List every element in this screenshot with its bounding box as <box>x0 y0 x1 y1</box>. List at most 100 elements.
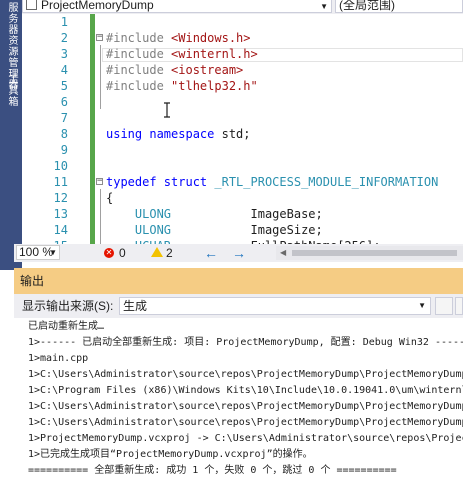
navigate-forward-button[interactable]: → <box>232 244 246 262</box>
code-token: namespace <box>149 127 222 141</box>
output-line: 1>C:\Users\Administrator\source\repos\Pr… <box>28 401 463 412</box>
code-token: struct <box>163 175 215 189</box>
output-toolbar-button[interactable] <box>435 297 453 315</box>
line-number: 9 <box>60 143 68 157</box>
line-number: 1 <box>60 15 68 29</box>
output-line: 1>C:\Users\Administrator\source\repos\Pr… <box>28 417 463 428</box>
code-text: ULONG ImageSize; <box>106 222 323 238</box>
code-line: 11 − typedef struct _RTL_PROCESS_MODULE_IN… <box>22 174 463 190</box>
code-token: <iostream> <box>171 63 244 77</box>
code-token: ULONG <box>106 207 251 221</box>
code-line: 6 <box>22 94 463 110</box>
line-number: 3 <box>60 47 68 61</box>
line-number: 2 <box>60 31 68 45</box>
code-text: #include <winternl.h> <box>106 46 258 62</box>
code-token: ImageBase; <box>250 207 323 221</box>
code-line: 4 #include <iostream> <box>22 62 463 78</box>
code-line: 14 ULONG ImageSize; <box>22 222 463 238</box>
output-line: 1>ProjectMemoryDump.vcxproj -> C:\Users\… <box>28 433 463 444</box>
code-token: #include <box>106 31 172 45</box>
output-line: 1>C:\Program Files (x86)\Windows Kits\10… <box>28 385 463 396</box>
scope-selector-label: (全局范围) <box>339 0 395 12</box>
code-line: 13 ULONG ImageBase; <box>22 206 463 222</box>
line-number: 4 <box>60 63 68 77</box>
code-token: #include <box>106 63 172 77</box>
code-text: { <box>106 190 113 206</box>
code-line: 9 <box>22 142 463 158</box>
code-token: #include <box>106 79 172 93</box>
code-token: { <box>106 191 114 205</box>
output-title-label: 输出 <box>20 274 45 288</box>
output-line: ========== 全部重新生成: 成功 1 个，失败 0 个，跳过 0 个 … <box>28 465 397 476</box>
navigate-back-button[interactable]: ← <box>204 244 218 262</box>
scroll-left-icon[interactable]: ◀ <box>280 244 286 262</box>
output-line: 1>------ 已启动全部重新生成: 项目: ProjectMemoryDum… <box>28 337 463 348</box>
text-cursor-icon <box>164 102 170 118</box>
code-editor[interactable]: 1 2− #include <Windows.h> 3 #include <winter… <box>22 14 463 244</box>
project-selector-label: ProjectMemoryDump <box>41 0 154 12</box>
output-source-value: 生成 <box>123 299 148 313</box>
code-token: using <box>106 127 150 141</box>
toolbox-tab[interactable]: 工具箱 <box>2 74 20 107</box>
code-token: <Windows.h> <box>171 31 251 45</box>
chevron-down-icon: ▼ <box>49 248 57 257</box>
collapse-icon[interactable]: − <box>96 177 103 186</box>
line-number: 8 <box>60 127 68 141</box>
code-token: ImageSize; <box>250 223 323 237</box>
error-count: 0 <box>119 246 126 260</box>
output-toolbar: 显示输出来源(S): 生成 ▼ <box>14 294 463 318</box>
code-line: 1 <box>22 14 463 30</box>
code-token: ULONG <box>106 223 251 237</box>
code-text: ULONG ImageBase; <box>106 206 323 222</box>
editor-navigation-bar: ProjectMemoryDump ▼ (全局范围) <box>22 0 463 14</box>
editor-status-bar: 100 % ▼ ✕ 0 2 ← → ◀ <box>14 244 463 262</box>
code-line: 12 { <box>22 190 463 206</box>
code-text: #include <Windows.h> <box>106 30 251 46</box>
code-line: 8 using namespace std; <box>22 126 463 142</box>
chevron-down-icon: ▼ <box>418 301 426 310</box>
output-source-select[interactable]: 生成 ▼ <box>119 297 431 315</box>
chevron-down-icon: ▼ <box>320 2 328 11</box>
scope-selector[interactable]: (全局范围) <box>335 0 463 13</box>
zoom-selector[interactable]: 100 % ▼ <box>16 245 60 260</box>
line-number: 13 <box>53 207 68 221</box>
code-token: "tlhelp32.h" <box>171 79 258 93</box>
project-icon <box>26 0 37 10</box>
code-text: #include "tlhelp32.h" <box>106 78 258 94</box>
code-token: _RTL_PROCESS_MODULE_INFORMATION <box>214 175 439 189</box>
warning-count: 2 <box>166 246 173 260</box>
error-icon[interactable]: ✕ <box>104 248 114 258</box>
code-line: 3 #include <winternl.h> <box>22 46 463 62</box>
line-number: 5 <box>60 79 68 93</box>
line-number: 10 <box>53 159 68 173</box>
project-selector[interactable]: ProjectMemoryDump ▼ <box>22 0 332 13</box>
line-number: 11 <box>53 175 68 189</box>
code-token: typedef <box>106 175 164 189</box>
code-token: std; <box>221 127 251 141</box>
code-text: typedef struct _RTL_PROCESS_MODULE_INFOR… <box>106 174 438 190</box>
warning-icon[interactable] <box>151 247 163 257</box>
output-text-area[interactable]: 已启动重新生成… 1>------ 已启动全部重新生成: 项目: ProjectM… <box>14 318 463 501</box>
output-line: 1>C:\Users\Administrator\source\repos\Pr… <box>28 369 463 380</box>
horizontal-scroll-thumb[interactable] <box>292 250 457 256</box>
output-toolbar-button[interactable] <box>455 297 463 315</box>
output-line: 1>已完成生成项目“ProjectMemoryDump.vcxproj”的操作。 <box>28 449 313 460</box>
left-tool-strip: 服务器资源管理器 工具箱 <box>0 0 22 270</box>
code-text: using namespace std; <box>106 126 251 142</box>
code-line: 2 − #include <Windows.h> <box>22 30 463 46</box>
code-line: 5 #include "tlhelp32.h" <box>22 78 463 94</box>
code-line: 10 <box>22 158 463 174</box>
collapse-icon[interactable]: − <box>96 33 103 42</box>
line-number: 12 <box>53 191 68 205</box>
line-number: 14 <box>53 223 68 237</box>
line-number: 6 <box>60 95 68 109</box>
output-panel-title: 输出 <box>14 268 463 294</box>
code-line: 7 <box>22 110 463 126</box>
code-token: #include <box>106 47 172 61</box>
output-line: 1>main.cpp <box>28 353 89 364</box>
line-number: 7 <box>60 111 68 125</box>
zoom-level: 100 % <box>19 245 54 259</box>
output-line: 已启动重新生成… <box>28 321 105 332</box>
output-source-label: 显示输出来源(S): <box>22 299 114 313</box>
code-text: #include <iostream> <box>106 62 243 78</box>
